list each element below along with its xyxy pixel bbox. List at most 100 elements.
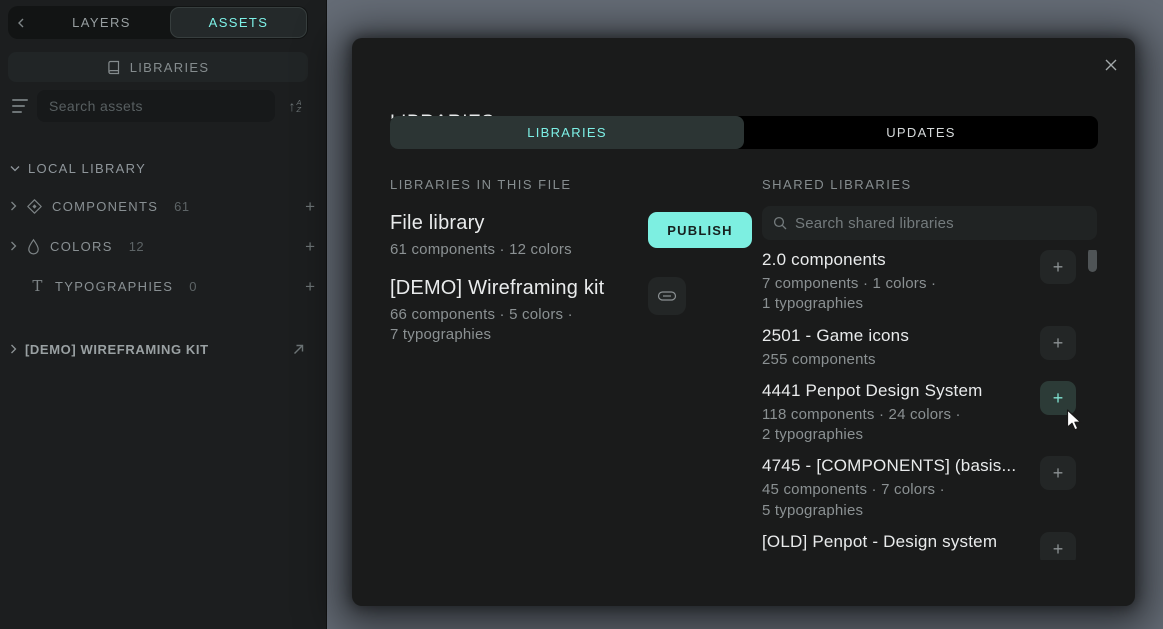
- shared-library-row: 4441 Penpot Design System 118 components…: [762, 381, 1097, 446]
- left-sidebar: LAYERS ASSETS LIBRARIES ↑ AZ: [0, 0, 327, 629]
- library-meta-line: 7 components · 1 colors ·: [762, 274, 1032, 294]
- linked-library-row: [DEMO] Wireframing kit 66 components · 5…: [390, 277, 762, 346]
- library-name: [OLD] Penpot - Design system: [762, 532, 1032, 552]
- detach-library-button[interactable]: [648, 277, 686, 315]
- modal-tab-bar: LIBRARIES UPDATES: [390, 116, 1098, 149]
- sidebar-tab-bar: LAYERS ASSETS: [8, 6, 308, 39]
- add-typography-button[interactable]: +: [305, 278, 315, 295]
- library-name: [DEMO] Wireframing kit: [390, 277, 648, 300]
- tree-count: 0: [189, 279, 197, 294]
- library-meta: 255 components: [762, 350, 1032, 370]
- add-component-button[interactable]: +: [305, 198, 315, 215]
- library-name: 2.0 components: [762, 250, 1032, 270]
- typography-icon: T: [30, 277, 46, 295]
- penpot-workspace: LAYERS ASSETS LIBRARIES ↑ AZ: [0, 0, 1163, 629]
- shared-library-row: [OLD] Penpot - Design system +: [762, 532, 1097, 560]
- library-meta-line: 1 typographies: [762, 294, 1032, 314]
- chevron-left-icon: [17, 18, 25, 28]
- scrollbar-thumb[interactable]: [1088, 250, 1097, 272]
- library-meta: 7 components · 1 colors · 1 typographies: [762, 274, 1032, 315]
- library-meta-line: 118 components · 24 colors ·: [762, 405, 1032, 425]
- add-shared-library-button[interactable]: +: [1040, 532, 1076, 560]
- tab-assets[interactable]: ASSETS: [170, 7, 307, 38]
- tree-row-colors[interactable]: COLORS 12 +: [0, 226, 327, 266]
- shared-section-header: SHARED LIBRARIES: [762, 177, 1097, 192]
- file-library-info: File library 61 components · 12 colors: [390, 212, 648, 261]
- add-shared-library-button[interactable]: +: [1040, 456, 1076, 490]
- library-meta-line: 7 typographies: [390, 325, 648, 346]
- add-shared-library-button[interactable]: +: [1040, 326, 1076, 360]
- library-meta-line: 45 components · 7 colors ·: [762, 480, 1032, 500]
- modal-columns: LIBRARIES IN THIS FILE File library 61 c…: [390, 177, 1097, 560]
- tree-count: 12: [129, 239, 144, 254]
- shared-library-info: 2.0 components 7 components · 1 colors ·…: [762, 250, 1040, 315]
- chain-link-icon: [657, 289, 677, 303]
- library-meta: 66 components · 5 colors · 7 typographie…: [390, 305, 648, 346]
- library-meta-line: 5 typographies: [762, 501, 1032, 521]
- component-icon: [26, 198, 43, 215]
- shared-library-info: 4745 - [COMPONENTS] (basis... 45 compone…: [762, 456, 1040, 521]
- filter-icon[interactable]: [8, 99, 30, 113]
- tab-updates[interactable]: UPDATES: [744, 116, 1098, 149]
- assets-search-row: ↑ AZ: [8, 90, 308, 122]
- external-library-row[interactable]: [DEMO] WIREFRAMING KIT: [10, 336, 317, 362]
- chevron-down-icon: [10, 165, 20, 172]
- file-section-header: LIBRARIES IN THIS FILE: [390, 177, 762, 192]
- library-meta-line: 61 components · 12 colors: [390, 240, 648, 261]
- library-meta-line: 2 typographies: [762, 425, 1032, 445]
- library-meta-line: 66 components · 5 colors ·: [390, 305, 648, 326]
- shared-libraries-section: SHARED LIBRARIES 2.0 components: [762, 177, 1097, 560]
- linked-library-info: [DEMO] Wireframing kit 66 components · 5…: [390, 277, 648, 346]
- tree-row-components[interactable]: COMPONENTS 61 +: [0, 186, 327, 226]
- libraries-modal: LIBRARIES LIBRARIES UPDATES LIBRARIES IN…: [352, 38, 1135, 606]
- sort-icon[interactable]: ↑ AZ: [282, 99, 308, 114]
- tree-label: TYPOGRAPHIES: [55, 279, 173, 294]
- library-name: 4745 - [COMPONENTS] (basis...: [762, 456, 1032, 476]
- chevron-right-icon: [10, 241, 17, 251]
- library-name: 2501 - Game icons: [762, 326, 1032, 346]
- add-shared-library-button[interactable]: +: [1040, 250, 1076, 284]
- shared-library-info: [OLD] Penpot - Design system: [762, 532, 1040, 552]
- tab-layers[interactable]: LAYERS: [34, 6, 169, 39]
- chevron-right-icon: [10, 344, 17, 354]
- open-library-button[interactable]: [292, 343, 305, 356]
- shared-libraries-list[interactable]: 2.0 components 7 components · 1 colors ·…: [762, 250, 1097, 560]
- tree-row-typographies[interactable]: T TYPOGRAPHIES 0 +: [0, 266, 327, 306]
- library-name: File library: [390, 212, 648, 235]
- add-shared-library-button[interactable]: +: [1040, 381, 1076, 415]
- color-drop-icon: [26, 238, 41, 255]
- library-meta-line: 255 components: [762, 350, 1032, 370]
- library-meta: 61 components · 12 colors: [390, 240, 648, 261]
- assets-tree: COMPONENTS 61 + COLORS 12 + T: [0, 186, 327, 306]
- libraries-button-label: LIBRARIES: [130, 60, 210, 75]
- tree-label: COLORS: [50, 239, 113, 254]
- shared-library-row: 2501 - Game icons 255 components +: [762, 326, 1097, 370]
- book-icon: [107, 60, 121, 75]
- tree-label: COMPONENTS: [52, 199, 158, 214]
- close-modal-button[interactable]: [1099, 53, 1123, 77]
- close-icon: [1104, 58, 1118, 72]
- library-name: 4441 Penpot Design System: [762, 381, 1032, 401]
- tree-count: 61: [174, 199, 189, 214]
- collapse-sidebar-button[interactable]: [8, 6, 34, 39]
- libraries-button[interactable]: LIBRARIES: [8, 52, 308, 82]
- tab-libraries[interactable]: LIBRARIES: [390, 116, 744, 149]
- shared-library-info: 2501 - Game icons 255 components: [762, 326, 1040, 370]
- file-library-row: File library 61 components · 12 colors P…: [390, 212, 762, 261]
- shared-library-info: 4441 Penpot Design System 118 components…: [762, 381, 1040, 446]
- add-color-button[interactable]: +: [305, 238, 315, 255]
- external-library-label: [DEMO] WIREFRAMING KIT: [25, 342, 209, 357]
- file-libraries-section: LIBRARIES IN THIS FILE File library 61 c…: [390, 177, 762, 560]
- chevron-right-icon: [10, 201, 17, 211]
- library-meta: 118 components · 24 colors · 2 typograph…: [762, 405, 1032, 446]
- shared-library-row: 2.0 components 7 components · 1 colors ·…: [762, 250, 1097, 315]
- search-icon: [773, 216, 787, 230]
- local-library-header[interactable]: LOCAL LIBRARY: [10, 158, 317, 178]
- local-library-label: LOCAL LIBRARY: [28, 161, 146, 176]
- assets-search-input[interactable]: [37, 90, 275, 122]
- publish-button[interactable]: PUBLISH: [648, 212, 752, 248]
- shared-library-row: 4745 - [COMPONENTS] (basis... 45 compone…: [762, 456, 1097, 521]
- shared-search-box: [762, 206, 1097, 240]
- shared-search-input[interactable]: [795, 215, 1086, 232]
- arrow-up-right-icon: [292, 343, 305, 356]
